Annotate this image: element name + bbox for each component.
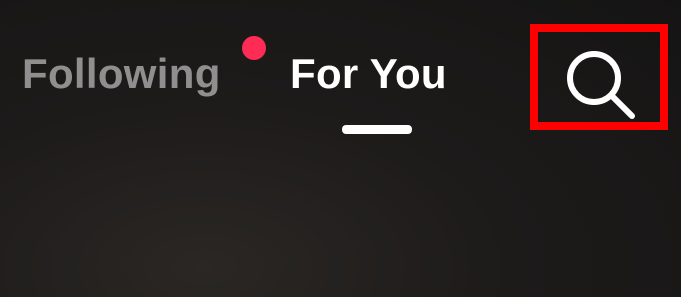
- app-screen: { "header": { "tabs": [ { "label": "Foll…: [0, 0, 681, 297]
- notification-dot: [242, 36, 266, 60]
- search-icon: [567, 51, 635, 119]
- active-tab-indicator: [342, 125, 412, 134]
- tab-following[interactable]: Following: [22, 48, 221, 100]
- top-navigation-bar: Following For You: [0, 0, 681, 160]
- search-button[interactable]: [530, 24, 668, 130]
- tab-for-you[interactable]: For You: [290, 48, 447, 100]
